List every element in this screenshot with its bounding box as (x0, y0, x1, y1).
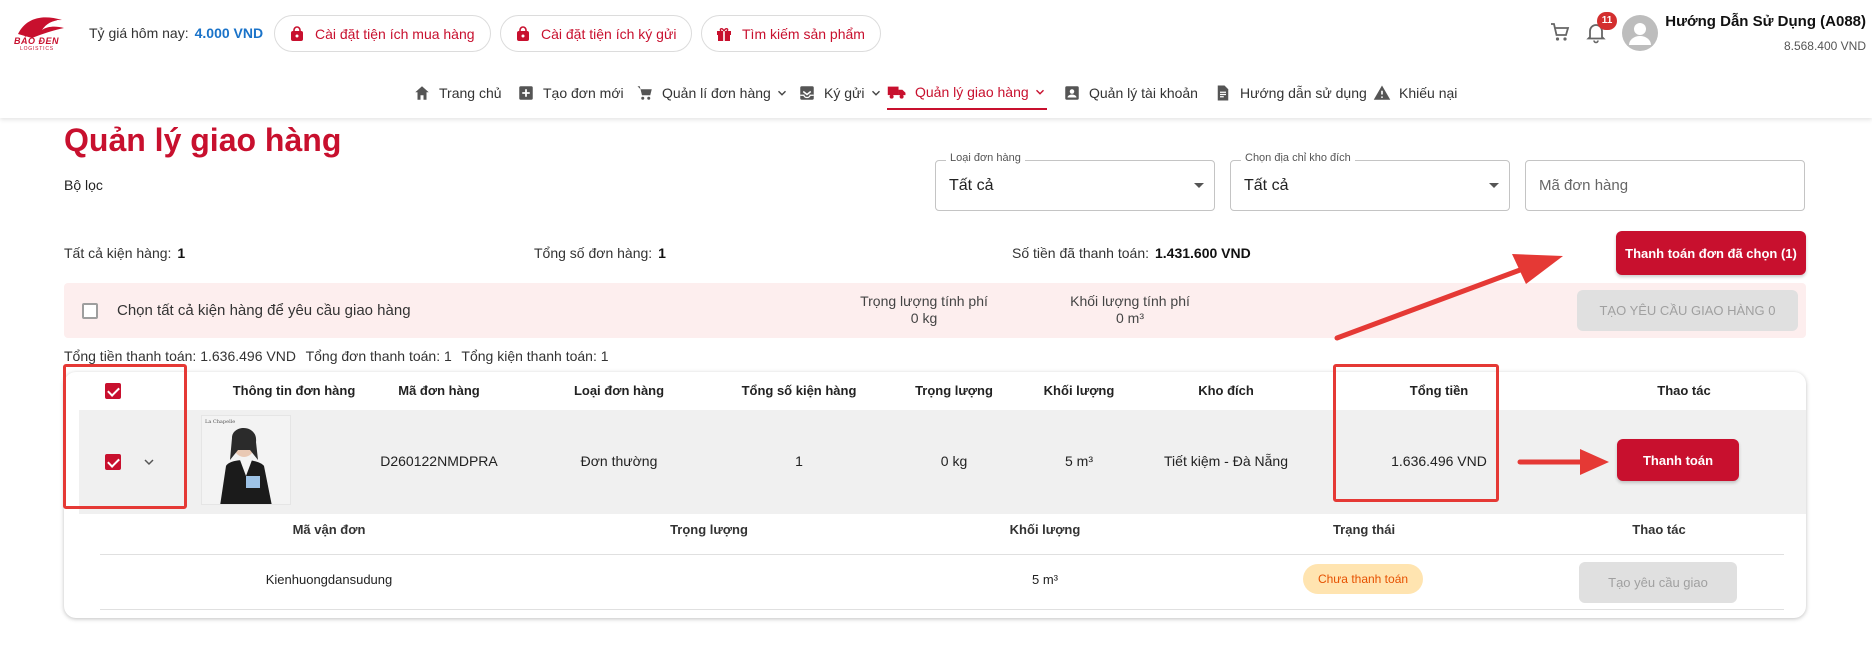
annotation-arrows (1334, 254, 1609, 475)
arrow-to-pay-button-icon (1517, 449, 1609, 475)
arrow-to-pay-selected-icon (1334, 254, 1563, 341)
